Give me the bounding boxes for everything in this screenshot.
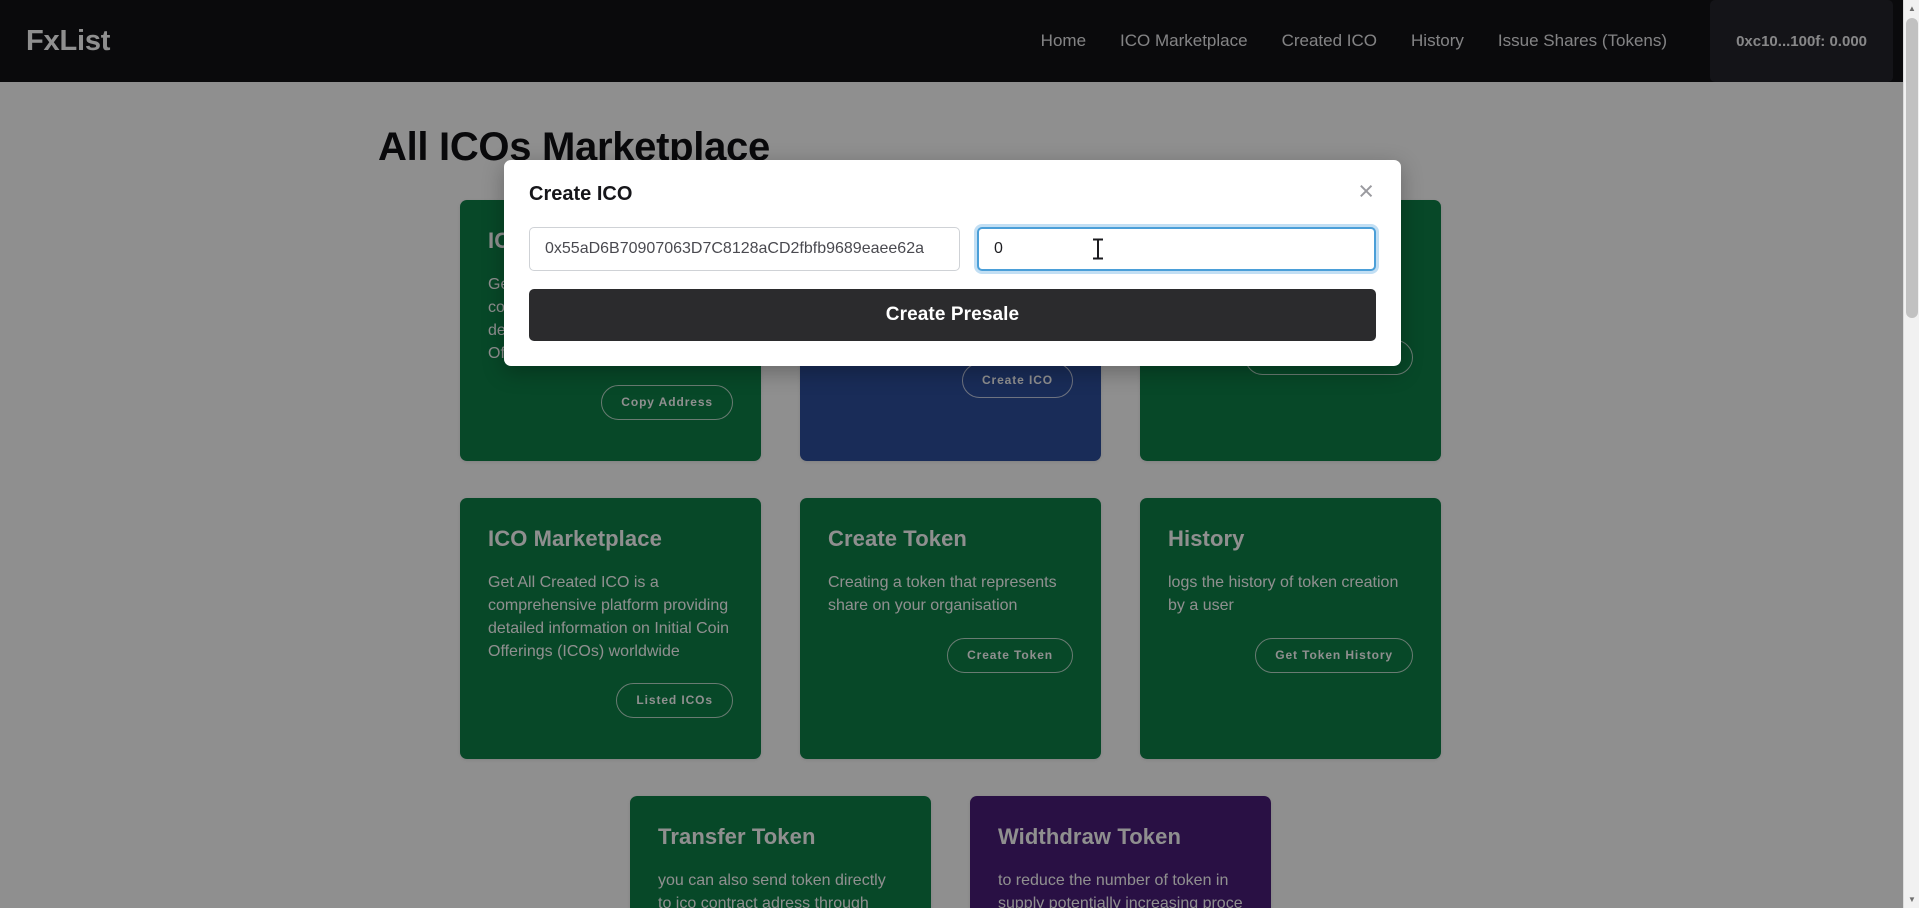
page-scrollbar[interactable]: ▲ ▼	[1903, 0, 1919, 908]
modal-title: Create ICO	[529, 183, 633, 205]
scroll-down-icon[interactable]: ▼	[1904, 891, 1919, 908]
create-presale-button[interactable]: Create Presale	[529, 289, 1376, 341]
modal-header: Create ICO ×	[529, 178, 1376, 206]
amount-input[interactable]	[977, 227, 1376, 271]
close-icon[interactable]: ×	[1356, 178, 1376, 205]
modal-overlay[interactable]	[0, 0, 1919, 908]
create-ico-modal: Create ICO × Create Presale	[504, 160, 1401, 366]
ico-address-input[interactable]	[529, 227, 960, 271]
app-root: FxList Home ICO Marketplace Created ICO …	[0, 0, 1919, 908]
modal-fields-row	[529, 227, 1376, 271]
amount-input-wrap	[977, 227, 1376, 271]
scroll-up-icon[interactable]: ▲	[1904, 0, 1919, 17]
scrollbar-thumb[interactable]	[1906, 18, 1918, 318]
